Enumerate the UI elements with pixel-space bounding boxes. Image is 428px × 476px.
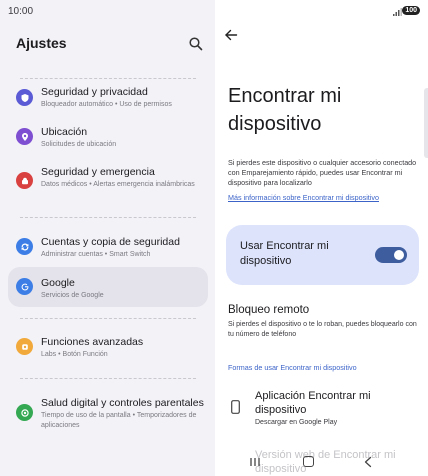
settings-item-safety-emergency[interactable]: Seguridad y emergencia Datos médicos • A… — [8, 162, 208, 210]
recent-apps-icon[interactable] — [249, 457, 261, 467]
item-title: Seguridad y privacidad — [41, 86, 148, 98]
battery-indicator: 100 — [402, 6, 420, 15]
find-my-device-pane: 100 Encontrar mi dispositivo Si pierdes … — [215, 0, 428, 476]
navigation-bar — [215, 452, 428, 476]
nav-back-icon[interactable] — [363, 456, 373, 468]
back-arrow-icon[interactable] — [224, 28, 238, 42]
status-time: 10:00 — [8, 6, 34, 17]
wellbeing-icon — [16, 404, 33, 421]
item-title: Salud digital y controles parentales — [41, 397, 204, 409]
use-find-my-device-toggle-card[interactable]: Usar Encontrar mi dispositivo — [226, 225, 419, 285]
app-row-title: Aplicación Encontrar mi dispositivo — [255, 390, 371, 416]
item-title: Google — [41, 277, 75, 289]
app-find-my-device-row[interactable]: Aplicación Encontrar mi dispositivo Desc… — [223, 385, 423, 433]
more-info-link[interactable]: Más información sobre Encontrar mi dispo… — [228, 193, 379, 202]
divider — [20, 217, 196, 218]
item-subtitle: Bloqueador automático • Uso de permisos — [41, 101, 172, 108]
settings-item-security-privacy[interactable]: Seguridad y privacidad Bloqueador automá… — [8, 82, 208, 118]
settings-item-digital-wellbeing[interactable]: Salud digital y controles parentales Tie… — [8, 393, 208, 437]
settings-item-location[interactable]: Ubicación Solicitudes de ubicación — [8, 122, 208, 156]
phone-icon — [231, 400, 240, 414]
sync-icon — [16, 238, 33, 255]
search-icon[interactable] — [188, 36, 204, 52]
item-title: Seguridad y emergencia — [41, 166, 155, 178]
item-subtitle: Solicitudes de ubicación — [41, 141, 117, 148]
item-subtitle: Labs • Botón Función — [41, 351, 108, 358]
edge-panel-handle[interactable] — [424, 88, 428, 158]
find-my-device-switch[interactable] — [375, 247, 407, 263]
page-description: Si pierdes este dispositivo o cualquier … — [228, 158, 417, 187]
settings-title: Ajustes — [16, 35, 67, 51]
toggle-label: Usar Encontrar mi dispositivo — [240, 240, 329, 267]
settings-item-google[interactable]: Google Servicios de Google — [8, 267, 208, 307]
emergency-icon — [16, 172, 33, 189]
divider — [20, 318, 196, 319]
settings-item-advanced-features[interactable]: Funciones avanzadas Labs • Botón Función — [8, 332, 208, 366]
google-icon — [16, 278, 33, 295]
item-title: Funciones avanzadas — [41, 336, 144, 348]
item-subtitle: Servicios de Google — [41, 292, 104, 299]
page-title: Encontrar mi dispositivo — [228, 85, 342, 135]
remote-lock-title[interactable]: Bloqueo remoto — [228, 304, 309, 316]
item-title: Cuentas y copia de seguridad — [41, 236, 180, 248]
location-pin-icon — [16, 128, 33, 145]
remote-lock-description: Si pierdes el dispositivo o te lo roban,… — [228, 321, 417, 338]
app-row-subtitle: Descargar en Google Play — [255, 419, 338, 426]
divider — [20, 378, 196, 379]
item-subtitle: Tiempo de uso de la pantalla • Temporiza… — [41, 412, 197, 429]
item-subtitle: Datos médicos • Alertas emergencia inalá… — [41, 181, 195, 188]
star-icon — [16, 338, 33, 355]
settings-item-accounts-backup[interactable]: Cuentas y copia de seguridad Administrar… — [8, 232, 208, 266]
signal-icon — [393, 8, 402, 16]
switch-knob — [394, 250, 404, 260]
item-title: Ubicación — [41, 126, 88, 138]
shield-icon — [16, 89, 33, 106]
home-icon[interactable] — [303, 456, 314, 467]
section-header-ways-to-use: Formas de usar Encontrar mi dispositivo — [228, 363, 357, 372]
item-subtitle: Administrar cuentas • Smart Switch — [41, 251, 151, 258]
settings-header: Ajustes — [16, 35, 204, 55]
divider — [20, 78, 196, 79]
settings-pane: 10:00 Ajustes Seguridad y privacidad Blo… — [0, 0, 215, 476]
